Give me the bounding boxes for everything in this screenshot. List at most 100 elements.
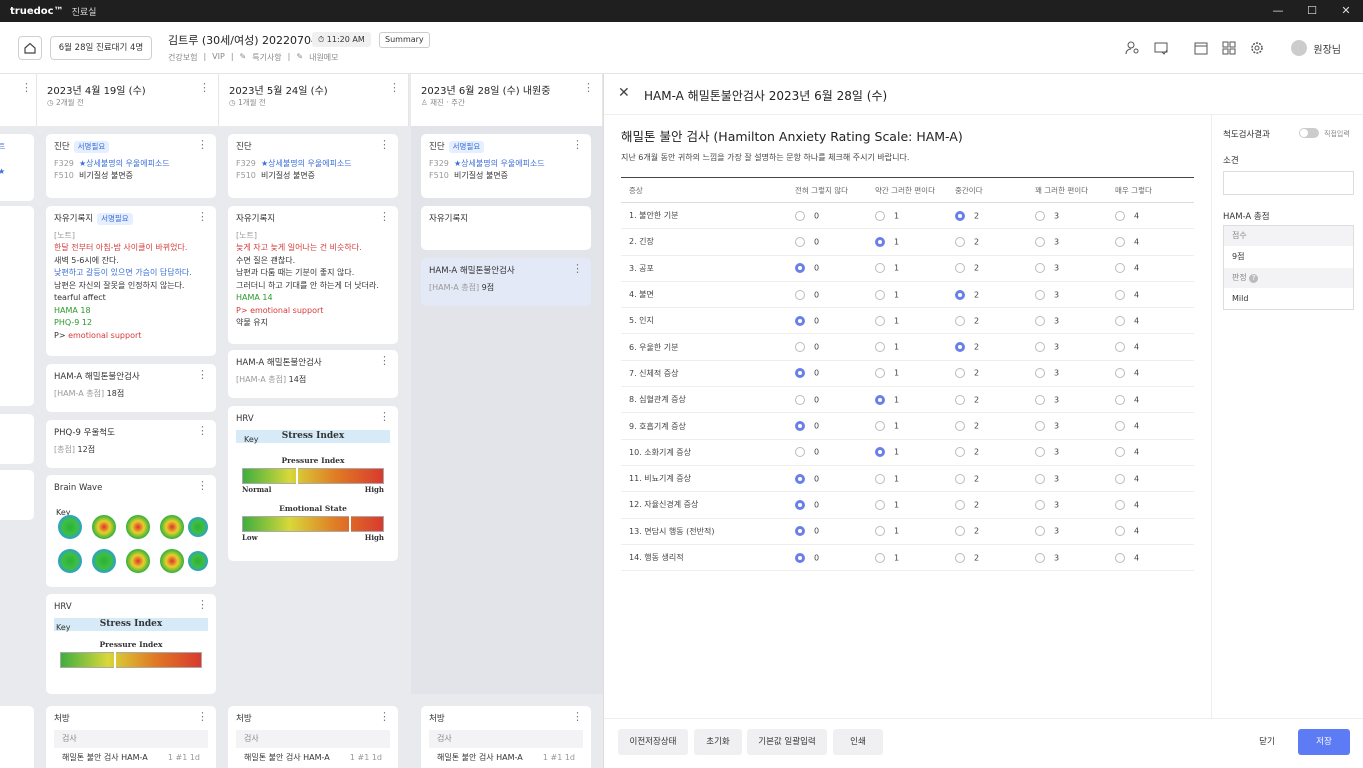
rx-card[interactable]: 처방 ⋮ 검사 해밀톤 불안 검사 HAM-A 1 #1 1d	[46, 706, 216, 768]
radio-button[interactable]	[1035, 342, 1045, 353]
calendar-icon[interactable]	[1193, 40, 1209, 56]
close-button[interactable]: 닫기	[1244, 729, 1290, 755]
minimize-icon[interactable]: —	[1261, 0, 1295, 22]
score-option[interactable]: 3	[1035, 228, 1115, 256]
more-icon[interactable]: ⋮	[379, 210, 390, 224]
card-partial[interactable]	[0, 706, 34, 768]
score-option[interactable]: 3	[1035, 360, 1115, 388]
radio-button[interactable]	[955, 210, 965, 221]
score-option[interactable]: 1	[875, 412, 955, 440]
score-option[interactable]: 3	[1035, 544, 1115, 572]
save-button[interactable]: 저장	[1298, 729, 1350, 755]
more-icon[interactable]: ⋮	[197, 710, 208, 724]
radio-button[interactable]	[1115, 315, 1125, 326]
avatar[interactable]	[1291, 40, 1308, 56]
radio-button[interactable]	[875, 447, 885, 458]
score-option[interactable]: 2	[955, 360, 1035, 388]
radio-button[interactable]	[795, 499, 805, 510]
radio-button[interactable]	[1035, 473, 1045, 484]
radio-button[interactable]	[1115, 421, 1125, 432]
score-option[interactable]: 2	[955, 307, 1035, 335]
score-option[interactable]: 4	[1115, 439, 1194, 466]
radio-button[interactable]	[795, 368, 805, 379]
score-option[interactable]: 3	[1035, 333, 1115, 361]
radio-button[interactable]	[795, 236, 805, 247]
edit-icon[interactable]: ✎	[240, 52, 247, 63]
more-icon[interactable]: ⋮	[197, 479, 208, 493]
more-icon[interactable]: ⋮	[197, 424, 208, 438]
radio-button[interactable]	[955, 473, 965, 484]
score-option[interactable]: 3	[1035, 202, 1115, 230]
score-option[interactable]: 1	[875, 544, 955, 572]
more-icon[interactable]: ⋮	[583, 81, 594, 94]
radio-button[interactable]	[955, 236, 965, 247]
score-option[interactable]: 0	[795, 386, 875, 414]
score-option[interactable]: 1	[875, 202, 955, 230]
score-option[interactable]: 1	[875, 439, 955, 466]
score-option[interactable]: 3	[1035, 386, 1115, 414]
radio-button[interactable]	[1035, 499, 1045, 510]
card-partial[interactable]	[0, 470, 34, 520]
score-option[interactable]: 0	[795, 228, 875, 256]
radio-button[interactable]	[1115, 263, 1125, 274]
score-option[interactable]: 2	[955, 228, 1035, 256]
brainwave-card[interactable]: Brain Wave ⋮ Key	[46, 475, 216, 587]
score-option[interactable]: 0	[795, 439, 875, 466]
user-search-icon[interactable]	[1125, 40, 1141, 56]
score-option[interactable]: 2	[955, 491, 1035, 519]
diagnosis-card[interactable]: 진단 ⋮ F329 ★상세불명의 우울에피소드 F510 비기질성 불면증	[228, 134, 398, 198]
score-option[interactable]: 2	[955, 412, 1035, 440]
radio-button[interactable]	[1035, 263, 1045, 274]
hrv-card[interactable]: HRV ⋮ Key Stress Index Pressure Index Nor…	[228, 406, 398, 561]
score-option[interactable]: 4	[1115, 360, 1194, 388]
ham-card[interactable]: HAM-A 해밀톤불안검사 ⋮ [HAM-A 총점] 14점	[228, 350, 398, 398]
gear-icon[interactable]	[1249, 40, 1265, 56]
user-name[interactable]: 원장님	[1313, 41, 1341, 56]
radio-button[interactable]	[1115, 289, 1125, 300]
rx-card[interactable]: 처방 ⋮ 검사 해밀톤 불안 검사 HAM-A 1 #1 1d	[228, 706, 398, 768]
score-option[interactable]: 2	[955, 439, 1035, 466]
radio-button[interactable]	[1115, 342, 1125, 353]
score-option[interactable]: 1	[875, 360, 955, 388]
score-option[interactable]: 4	[1115, 202, 1194, 230]
reset-button[interactable]: 초기화	[694, 729, 742, 755]
direct-input-toggle[interactable]	[1299, 128, 1319, 138]
score-option[interactable]: 4	[1115, 281, 1194, 309]
score-option[interactable]: 3	[1035, 491, 1115, 519]
radio-button[interactable]	[1035, 315, 1045, 326]
score-option[interactable]: 2	[955, 255, 1035, 282]
radio-button[interactable]	[1115, 368, 1125, 379]
score-option[interactable]: 0	[795, 465, 875, 493]
more-icon[interactable]: ⋮	[379, 710, 390, 724]
free-note-card[interactable]: 자유기록지 ⋮ [노트] 늦게 자고 늦게 일어나는 건 비슷하다. 수면 질은…	[228, 206, 398, 344]
score-option[interactable]: 0	[795, 202, 875, 230]
more-icon[interactable]: ⋮	[197, 368, 208, 382]
radio-button[interactable]	[795, 552, 805, 563]
radio-button[interactable]	[955, 368, 965, 379]
more-icon[interactable]: ⋮	[199, 81, 210, 94]
radio-button[interactable]	[955, 394, 965, 405]
radio-button[interactable]	[795, 447, 805, 458]
score-option[interactable]: 3	[1035, 439, 1115, 466]
radio-button[interactable]	[875, 289, 885, 300]
radio-button[interactable]	[955, 342, 965, 353]
radio-button[interactable]	[875, 210, 885, 221]
radio-button[interactable]	[875, 236, 885, 247]
score-option[interactable]: 4	[1115, 518, 1194, 545]
radio-button[interactable]	[955, 421, 965, 432]
score-option[interactable]: 1	[875, 281, 955, 309]
radio-button[interactable]	[1035, 552, 1045, 563]
radio-button[interactable]	[1035, 210, 1045, 221]
radio-button[interactable]	[1115, 236, 1125, 247]
radio-button[interactable]	[795, 526, 805, 537]
score-option[interactable]: 1	[875, 465, 955, 493]
prev-state-button[interactable]: 이전저장상태	[618, 729, 688, 755]
score-option[interactable]: 3	[1035, 281, 1115, 309]
print-button[interactable]: 인쇄	[833, 729, 883, 755]
edit-icon[interactable]: ✎	[296, 52, 303, 63]
score-option[interactable]: 2	[955, 281, 1035, 309]
radio-button[interactable]	[1035, 368, 1045, 379]
diagnosis-card[interactable]: 진단 서명필요 ⋮ F329 ★상세불명의 우울에피소드 F510 비기질성 불면…	[46, 134, 216, 198]
score-option[interactable]: 4	[1115, 386, 1194, 414]
more-icon[interactable]: ⋮	[379, 410, 390, 424]
